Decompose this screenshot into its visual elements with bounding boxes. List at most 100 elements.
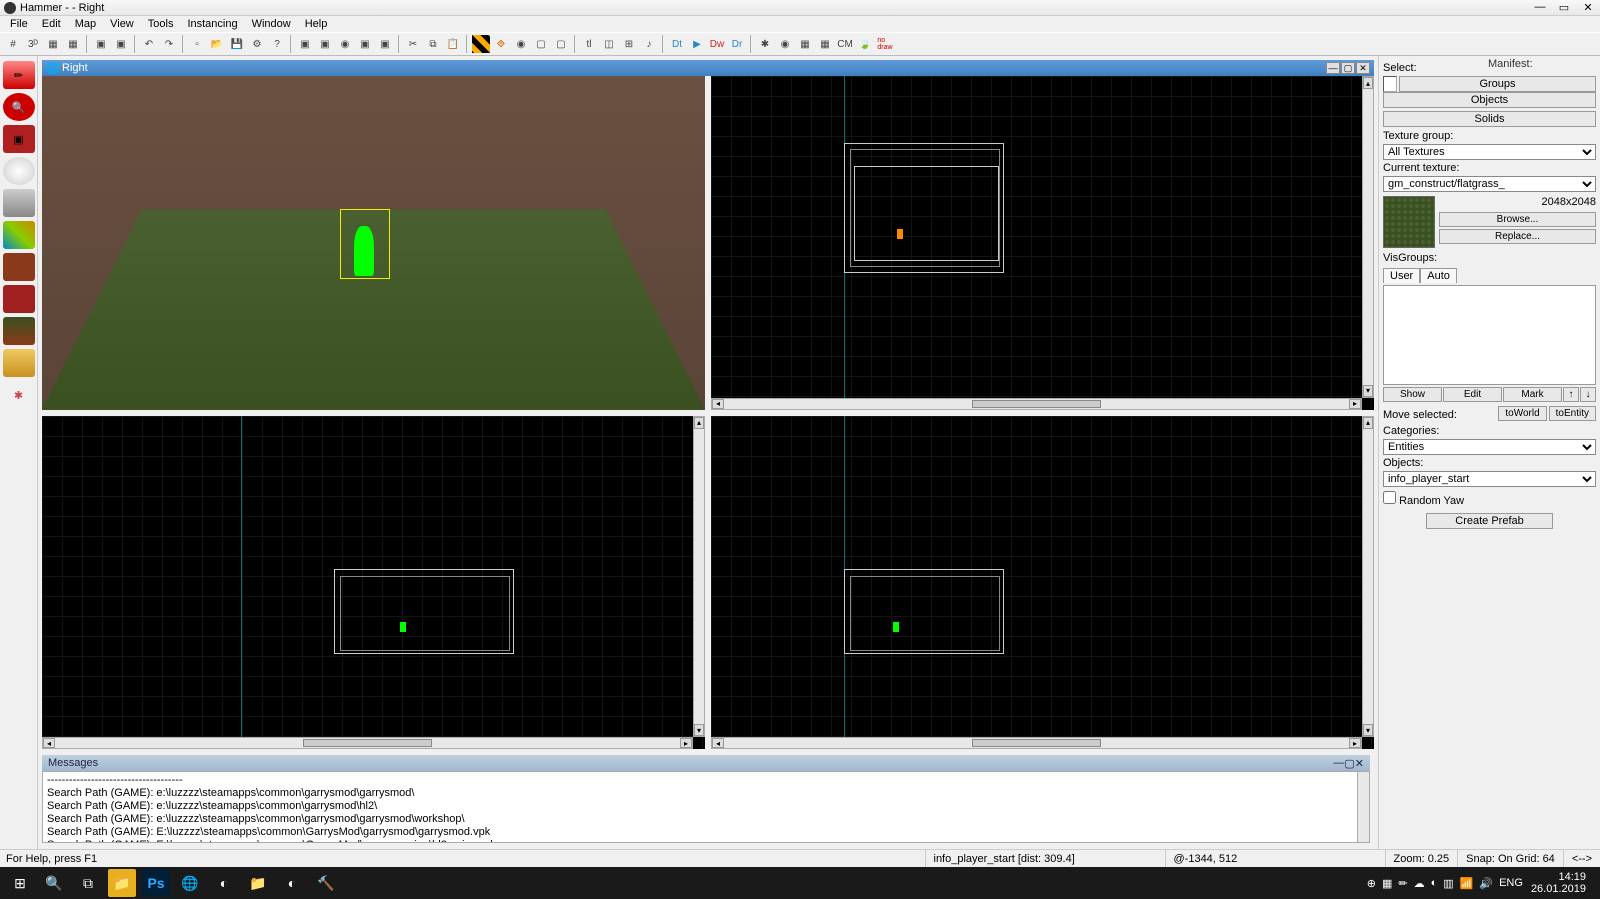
menu-view[interactable]: View — [104, 17, 140, 31]
taskbar-clock[interactable]: 14:19 26.01.2019 — [1523, 871, 1594, 895]
viewport-side[interactable]: ▴▾ ◂▸ — [711, 416, 1374, 750]
tool-icon[interactable]: ▣ — [356, 35, 374, 53]
texture-tool-icon[interactable] — [3, 221, 35, 249]
toggle-auto-icon[interactable]: ▣ — [296, 35, 314, 53]
msg-close-icon[interactable]: ✕ — [1355, 757, 1364, 770]
carve-icon[interactable]: ▣ — [92, 35, 110, 53]
tray-icon[interactable]: ▦ — [1382, 877, 1392, 890]
system-tray[interactable]: ⊕ ▦ ✏ ☁ ◐ ▥ 📶 🔊 ENG — [1367, 877, 1523, 890]
cm-icon[interactable]: CM — [836, 35, 854, 53]
undo-icon[interactable]: ↶ — [140, 35, 158, 53]
tray-icon[interactable]: ✏ — [1398, 877, 1407, 890]
tool-icon-3[interactable]: ◉ — [512, 35, 530, 53]
tool-icon-2[interactable]: ▣ — [376, 35, 394, 53]
misc-icon-2[interactable]: ◉ — [776, 35, 794, 53]
decal-tool-icon[interactable] — [3, 285, 35, 313]
messages-body[interactable]: ------------------------------------- Se… — [42, 771, 1370, 843]
tool-icon-8[interactable]: ♪ — [640, 35, 658, 53]
msg-max-icon[interactable]: ▢ — [1344, 757, 1354, 770]
menu-instancing[interactable]: Instancing — [181, 17, 243, 31]
caution-icon[interactable] — [472, 35, 490, 53]
tool-icon-6[interactable]: ◫ — [600, 35, 618, 53]
nodraw-icon[interactable]: nodraw — [876, 35, 894, 53]
entity-tool-icon[interactable] — [3, 157, 35, 185]
leaf-icon[interactable]: 🍃 — [856, 35, 874, 53]
copy-icon[interactable]: ⧉ — [424, 35, 442, 53]
groups-button[interactable]: Groups — [1399, 76, 1596, 92]
mark-button[interactable]: Mark — [1503, 387, 1562, 402]
close-button[interactable]: ✕ — [1580, 1, 1596, 14]
viewport-header[interactable]: 🌐 Right — ▢ ✕ — [42, 60, 1374, 76]
menu-tools[interactable]: Tools — [142, 17, 180, 31]
edit-button[interactable]: Edit — [1443, 387, 1502, 402]
menu-edit[interactable]: Edit — [36, 17, 67, 31]
toentity-button[interactable]: toEntity — [1549, 406, 1596, 421]
group-icon[interactable]: ▣ — [112, 35, 130, 53]
menu-help[interactable]: Help — [299, 17, 334, 31]
toggle-radius-icon[interactable]: ◉ — [336, 35, 354, 53]
explorer-icon[interactable]: 📁 — [108, 869, 136, 897]
curtex-select[interactable]: gm_construct/flatgrass_ — [1383, 176, 1596, 192]
save-file-icon[interactable]: 💾 — [228, 35, 246, 53]
misc-icon-4[interactable]: ▦ — [816, 35, 834, 53]
visgroups-list[interactable] — [1383, 285, 1596, 385]
minimize-button[interactable]: — — [1532, 1, 1548, 14]
taskview-icon[interactable]: ⧉ — [74, 869, 102, 897]
show-button[interactable]: Show — [1383, 387, 1442, 402]
messages-title[interactable]: Messages — ▢ ✕ — [42, 755, 1370, 771]
misc-icon-3[interactable]: ▦ — [796, 35, 814, 53]
tex-lock-icon[interactable]: ⟐ — [492, 35, 510, 53]
selection-tool-icon[interactable]: ✏ — [3, 61, 35, 89]
photoshop-icon[interactable]: Ps — [142, 869, 170, 897]
dt-icon[interactable]: Dt — [668, 35, 686, 53]
tray-icon[interactable]: ⊕ — [1367, 877, 1376, 890]
menu-file[interactable]: File — [4, 17, 34, 31]
tray-icon[interactable]: ◐ — [1431, 877, 1438, 889]
toggle-cordon-icon[interactable]: ▣ — [316, 35, 334, 53]
lang-indicator[interactable]: ENG — [1499, 877, 1523, 889]
tool-icon-7[interactable]: ⊞ — [620, 35, 638, 53]
redo-icon[interactable]: ↷ — [160, 35, 178, 53]
toworld-button[interactable]: toWorld — [1498, 406, 1546, 421]
vp-max-icon[interactable]: ▢ — [1341, 62, 1355, 74]
chrome-icon[interactable]: 🌐 — [176, 869, 204, 897]
random-yaw-checkbox[interactable] — [1383, 491, 1396, 504]
vp-close-icon[interactable]: ✕ — [1356, 62, 1370, 74]
dw-icon[interactable]: Dw — [708, 35, 726, 53]
run-icon[interactable]: ▶ — [688, 35, 706, 53]
grid-smaller-icon[interactable]: ▦ — [44, 35, 62, 53]
folder-icon[interactable]: 📁 — [244, 869, 272, 897]
categories-select[interactable]: Entities — [1383, 439, 1596, 455]
vp-min-icon[interactable]: — — [1326, 62, 1340, 74]
tl-icon[interactable]: tl — [580, 35, 598, 53]
tray-icon[interactable]: ▥ — [1443, 877, 1453, 890]
dr-icon[interactable]: Dr — [728, 35, 746, 53]
open-file-icon[interactable]: 📂 — [208, 35, 226, 53]
tray-icon[interactable]: ☁ — [1414, 877, 1425, 890]
paste-icon[interactable]: 📋 — [444, 35, 462, 53]
steam2-icon[interactable]: ◐ — [278, 869, 306, 897]
down-button[interactable]: ↓ — [1580, 387, 1596, 402]
maximize-button[interactable]: ▭ — [1556, 1, 1572, 14]
objects-select[interactable]: info_player_start — [1383, 471, 1596, 487]
texture-preview[interactable] — [1383, 196, 1435, 248]
texgroup-select[interactable]: All Textures — [1383, 144, 1596, 160]
grid-toggle-icon[interactable]: # — [4, 35, 22, 53]
tool-icon-5[interactable]: ▢ — [552, 35, 570, 53]
tab-user[interactable]: User — [1383, 268, 1420, 283]
hammer-icon[interactable]: 🔨 — [312, 869, 340, 897]
browse-button[interactable]: Browse... — [1439, 212, 1596, 227]
tool-icon-4[interactable]: ▢ — [532, 35, 550, 53]
steam-icon[interactable]: ◐ — [210, 869, 238, 897]
new-file-icon[interactable]: ▫ — [188, 35, 206, 53]
menu-map[interactable]: Map — [69, 17, 102, 31]
up-button[interactable]: ↑ — [1563, 387, 1579, 402]
create-prefab-button[interactable]: Create Prefab — [1426, 513, 1554, 529]
options-icon[interactable]: ⚙ — [248, 35, 266, 53]
viewport-top[interactable]: ▴▾ ◂▸ — [711, 76, 1374, 410]
misc-icon-1[interactable]: ✱ — [756, 35, 774, 53]
clip-tool-icon[interactable] — [3, 349, 35, 377]
apply-texture-tool-icon[interactable] — [3, 253, 35, 281]
tray-icon[interactable]: 📶 — [1460, 877, 1474, 890]
viewport-3d[interactable] — [42, 76, 705, 410]
